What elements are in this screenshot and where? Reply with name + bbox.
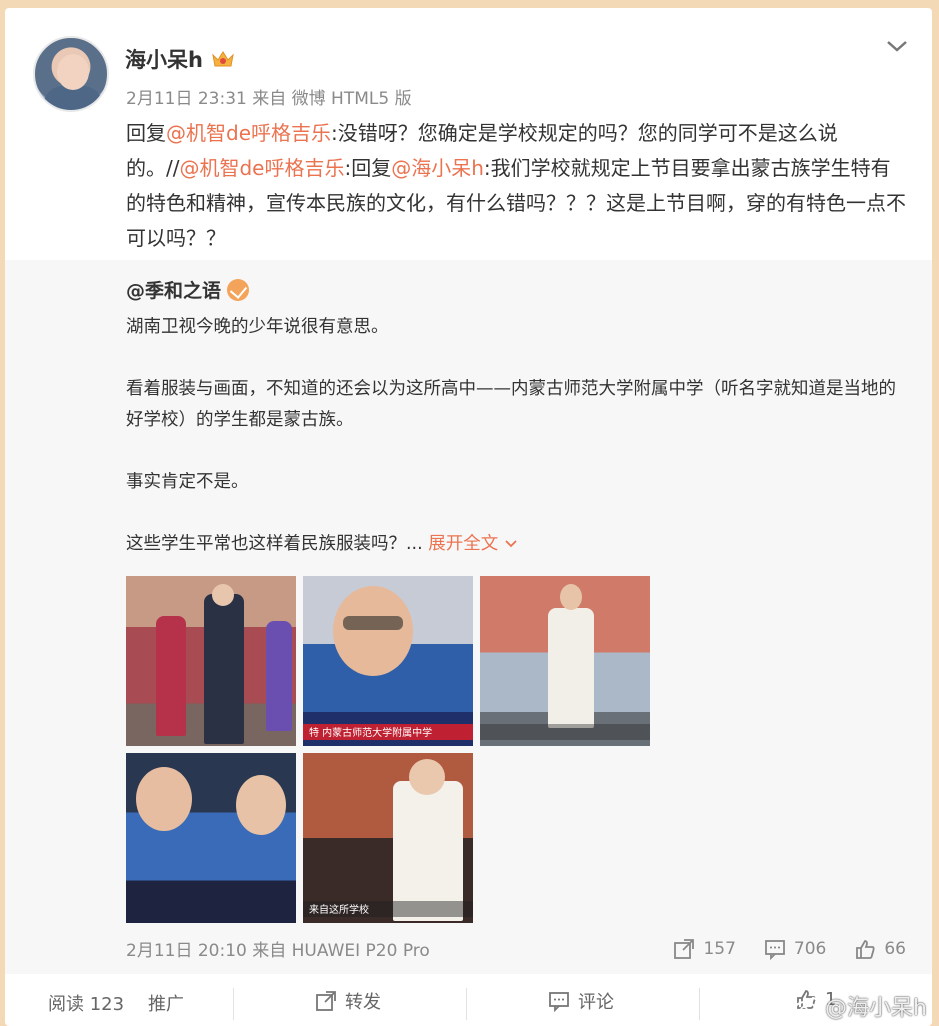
mention-link[interactable]: @机智de呼格吉乐 [166,121,331,145]
repost-meta: 2月11日 20:10 来自 HUAWEI P20 Pro [126,941,430,961]
vip-icon [227,278,250,301]
username[interactable]: 海小呆h [125,44,203,74]
comment-label: 评论 [578,992,614,1013]
reposted-content: @季和之语 湖南卫视今晚的少年说很有意思。 看着服装与画面，不知道的还会以为这所… [5,260,932,974]
divider [466,988,467,1020]
svg-text:特 内蒙古师范大学附属中学: 特 内蒙古师范大学附属中学 [309,726,432,739]
repost-count-button[interactable]: 157 [673,938,736,960]
repost-author-row: @季和之语 [126,276,250,303]
like-count: 66 [884,938,906,959]
repost-icon [674,938,695,959]
photo-thumbnail[interactable] [126,576,296,746]
repost-truncated-line: 这些学生平常也这样着民族服装吗？... 展开全文 [126,529,906,560]
divider [233,988,234,1020]
photo-thumbnail[interactable] [126,753,296,923]
username-row: 海小呆h [125,44,235,74]
crown-icon [212,51,234,67]
repost-paragraph: 看着服装与画面，不知道的还会以为这所高中——内蒙古师范大学附属中学（听名字就知道… [126,379,896,430]
watermark: @海小呆h [793,990,927,1022]
photo-caption [480,724,650,740]
like-icon [856,939,875,959]
expand-full-text-link[interactable]: 展开全文 [428,534,518,554]
repost-text: 湖南卫视今晚的少年说很有意思。 看着服装与画面，不知道的还会以为这所高中——内蒙… [126,312,906,560]
post-text: 回复 [126,121,166,145]
comment-count: 706 [793,938,827,959]
photo-caption: 来自这所学校 [303,901,473,917]
repost-footer: 2月11日 20:10 来自 HUAWEI P20 Pro 157 706 66 [126,936,906,962]
photo-grid: 特 内蒙古师范大学附属中学 来自这所学校 [126,576,656,926]
chevron-down-icon[interactable] [884,36,910,56]
photo-thumbnail[interactable]: 来自这所学校 [303,753,473,923]
repost-truncated-text: 这些学生平常也这样着民族服装吗？... [126,534,423,554]
repost-author[interactable]: @季和之语 [126,276,221,303]
post-meta: 2月11日 23:31 来自 微博 HTML5 版 [126,89,412,109]
repost-icon [316,991,336,1011]
repost-paragraph: 事实肯定不是。 [126,472,249,492]
repost-count: 157 [703,938,736,959]
comment-button[interactable]: 评论 [548,988,614,1014]
watermark-text: @海小呆h [825,996,927,1021]
mention-link[interactable]: @机智de呼格吉乐 [179,156,344,180]
weibo-post-card: 海小呆h 2月11日 23:31 来自 微博 HTML5 版 回复@机智de呼格… [5,8,932,1026]
promote-button[interactable]: 推广 [148,990,184,1016]
photo-thumbnail[interactable]: 特 内蒙古师范大学附属中学 [303,576,473,746]
chevron-down-icon [505,540,517,548]
comment-icon [765,939,785,960]
post-body: 回复@机智de呼格吉乐:没错呀？您确定是学校规定的吗？您的同学可不是这么说的。/… [126,116,906,256]
weibo-logo-icon [794,997,820,1017]
like-count-button[interactable]: 66 [854,938,906,960]
post-text: :回复 [344,156,392,180]
read-count: 阅读 123 [48,994,125,1015]
divider [699,988,700,1020]
repost-paragraph: 湖南卫视今晚的少年说很有意思。 [126,317,389,337]
avatar-face [57,54,89,90]
photo-caption-text: 来自这所学校 [309,903,369,916]
mention-link[interactable]: @海小呆h [391,156,484,180]
photo-caption-text: 特 内蒙古师范大学附属中学 [309,726,432,739]
repost-button[interactable]: 转发 [315,988,381,1014]
comment-count-button[interactable]: 706 [764,938,826,960]
photo-caption: 特 内蒙古师范大学附属中学 [303,724,473,740]
svg-text:来自这所学校: 来自这所学校 [309,903,369,916]
repost-label: 转发 [345,992,381,1013]
repost-stats: 157 706 66 [673,938,906,960]
comment-icon [549,992,569,1012]
photo-thumbnail[interactable] [480,576,650,746]
avatar[interactable] [33,36,109,112]
